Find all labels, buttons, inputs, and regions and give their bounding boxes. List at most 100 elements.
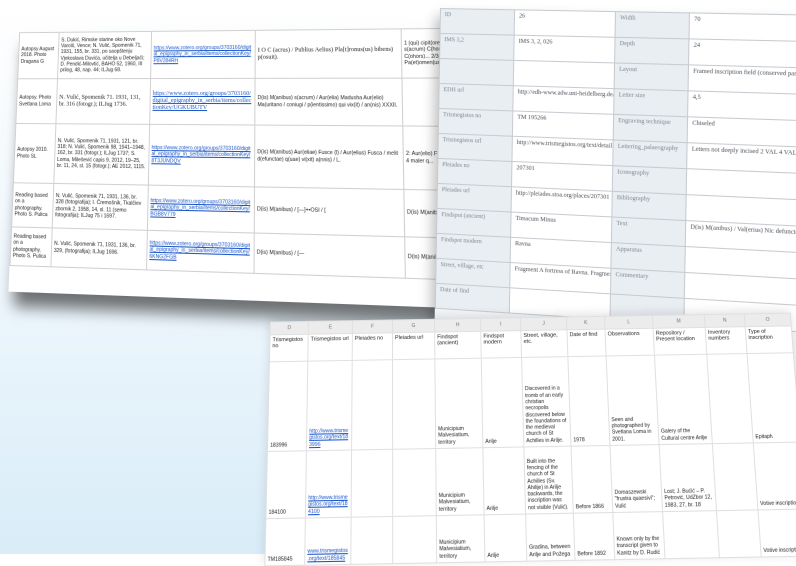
spreadsheet-bibliography: Autopsy August 2018. Photo Dragana G S. D… bbox=[8, 27, 505, 311]
field-label: Lettering_palaeography bbox=[612, 139, 688, 169]
field-label: Trismegistos url bbox=[437, 133, 513, 162]
table-row: Autopsy. Photo Svetlana Loma N. Vulić, Sp… bbox=[15, 77, 500, 127]
trismegistos-link[interactable]: http://www.trismegistos.org/text/183996 bbox=[306, 360, 353, 451]
field-label: ID bbox=[440, 8, 515, 36]
bibliography-cell: S. Dukić, Rimske starine oko Nove Varoši… bbox=[57, 31, 152, 79]
column-letter[interactable]: D bbox=[270, 321, 309, 335]
table-row: Autopsy 2010. Photo SL N. Vulić, Spomenik… bbox=[13, 123, 502, 192]
zotero-link[interactable]: https://www.zotero.org/groups/3703160/di… bbox=[148, 124, 255, 187]
field-label: EDH url bbox=[438, 83, 514, 111]
column-header: Findspot (ancient) bbox=[434, 331, 482, 359]
data-cell bbox=[350, 516, 393, 565]
zotero-link[interactable]: https://www.zotero.org/groups/3703160/di… bbox=[150, 30, 256, 79]
field-label: Trismegistos no bbox=[438, 108, 513, 137]
bibliography-cell: N. Vulić, Spomenik 71. 1931, 131, br. 31… bbox=[55, 78, 151, 125]
field-value[interactable]: Framed inscription field (conserved part… bbox=[688, 64, 796, 95]
data-cell bbox=[351, 449, 393, 518]
data-cell: Arilje bbox=[481, 357, 524, 448]
column-letter[interactable]: G bbox=[392, 319, 435, 333]
data-cell: Epitaph bbox=[747, 352, 796, 443]
field-value[interactable]: TM 195266 bbox=[512, 110, 614, 140]
spreadsheet-findspots: D E F G H I J K L M N O Trismegistos no Trismegistos … bbox=[264, 312, 796, 566]
data-cell: Municipium Malvesiatium, territory bbox=[435, 447, 485, 516]
column-header: Pleiades no bbox=[352, 332, 393, 361]
data-cell: Municipium Malvesiatium, territory bbox=[436, 514, 485, 563]
column-header: Inventory numbers bbox=[705, 326, 748, 355]
field-label bbox=[439, 58, 514, 86]
column-letter[interactable]: H bbox=[434, 318, 481, 333]
bibliography-cell: N. Vulić, Spomenik 71, 1931, 136, br. 32… bbox=[50, 227, 148, 270]
field-value[interactable]: 24 bbox=[688, 38, 796, 68]
bibliography-cell: N. Vulić, Spomenik 71, 1931, 136, br. 32… bbox=[52, 183, 149, 231]
data-cell: Domaszewski "frustra quaesivi"; Vulić bbox=[609, 444, 663, 513]
zotero-link[interactable]: https://www.zotero.org/groups/3703160/di… bbox=[146, 230, 255, 274]
column-letter[interactable]: J bbox=[520, 316, 567, 331]
zotero-link[interactable]: https://www.zotero.org/groups/3703160/di… bbox=[149, 78, 256, 126]
column-header: Observations bbox=[604, 328, 655, 356]
column-header: Street, village, etc. bbox=[520, 329, 568, 358]
data-cell bbox=[712, 442, 758, 511]
field-value[interactable] bbox=[513, 60, 615, 89]
field-value[interactable]: 4,5 bbox=[687, 90, 796, 121]
data-cell: Votive inscription bbox=[757, 509, 796, 557]
field-label: Findspot (ancient) bbox=[436, 208, 512, 238]
column-header: Type of inscription bbox=[745, 325, 794, 354]
field-label: Letter size bbox=[613, 88, 689, 117]
findspot-table: D E F G H I J K L M N O Trismegistos no Trismegistos … bbox=[264, 313, 796, 566]
text-cell: D(is) M(anibus) / [—]+•OSI / [ bbox=[254, 186, 405, 237]
column-letter[interactable]: I bbox=[480, 317, 521, 332]
data-cell bbox=[392, 358, 436, 450]
column-letter[interactable]: E bbox=[308, 320, 353, 335]
data-cell: Seen and photographed by Svetlana Loma i… bbox=[606, 355, 660, 446]
column-letter[interactable]: M bbox=[652, 314, 706, 329]
data-cell: Before 1866 bbox=[571, 445, 613, 514]
record-fields-table: ID 26 Width 70 IMS 3,2 IMS 3, 2, 026 Depth 24 La… bbox=[435, 8, 796, 332]
table-row: Autopsy August 2018. Photo Dragana G S. D… bbox=[17, 27, 499, 79]
data-cell: Arilje bbox=[484, 514, 527, 562]
field-value[interactable]: 70 bbox=[688, 12, 796, 42]
field-value[interactable]: 26 bbox=[514, 9, 616, 38]
text-cell: D(is) M(anibus) / [— bbox=[254, 233, 406, 279]
data-cell bbox=[706, 353, 754, 444]
data-cell: Municipium Malvesiatium, territory bbox=[434, 358, 483, 449]
zotero-link[interactable]: https://www.zotero.org/groups/3703160/di… bbox=[147, 185, 255, 234]
column-letter[interactable]: F bbox=[352, 319, 393, 334]
field-label: Iconography bbox=[612, 165, 687, 195]
column-letter[interactable]: N bbox=[704, 313, 746, 328]
data-cell: Votive inscription bbox=[753, 442, 796, 510]
data-cell bbox=[662, 510, 720, 559]
data-cell: Arilje bbox=[482, 446, 526, 515]
field-value[interactable]: http://edh-www.adw.uni-heidelberg.de/edh… bbox=[512, 85, 615, 115]
field-value[interactable]: IMS 3, 2, 026 bbox=[513, 35, 616, 63]
photo-source-cell: Autopsy. Photo Svetlana Loma bbox=[15, 78, 58, 124]
column-letter[interactable]: K bbox=[566, 316, 605, 330]
data-cell bbox=[716, 509, 762, 558]
data-cell: Before 1892 bbox=[573, 512, 615, 561]
field-label: Width bbox=[615, 11, 690, 39]
field-label: Engraving technique bbox=[613, 114, 688, 143]
field-value[interactable] bbox=[509, 287, 611, 320]
data-cell: Discovered in a tromb of an early christ… bbox=[521, 356, 572, 447]
data-cell: Galery of the Cultural centre Arilje bbox=[654, 354, 713, 445]
column-letter[interactable]: L bbox=[604, 315, 654, 330]
column-header: Repository / Present location bbox=[653, 327, 707, 356]
trismegistos-link[interactable]: www.trismegistos.org/text/185845 bbox=[304, 517, 352, 566]
photo-source-cell: Reading based on a photography. Photo S.… bbox=[9, 226, 53, 267]
data-cell bbox=[351, 359, 393, 451]
column-letter[interactable]: O bbox=[744, 313, 792, 327]
text-cell: D(is) M(anibus) Aur(eliae) Fusce (l) / A… bbox=[254, 125, 404, 190]
data-cell: 184100 bbox=[265, 450, 307, 519]
field-label: Depth bbox=[614, 37, 689, 65]
trismegistos-link[interactable]: http://www.trismegistos.org/text/184100 bbox=[305, 450, 352, 519]
photo-source-cell: Autopsy 2010. Photo SL bbox=[13, 123, 56, 184]
field-label: Date of find bbox=[435, 283, 510, 314]
column-header: Pleiades url bbox=[392, 332, 435, 360]
table-row: 184100 http://www.trismegistos.org/text/1… bbox=[265, 442, 796, 519]
field-label: Text bbox=[611, 216, 686, 247]
photo-source-cell: Autopsy August 2018. Photo Dragana G bbox=[17, 32, 60, 79]
text-cell: D(is) M(anibus) s(acrum) / Aur(elia) Mad… bbox=[254, 78, 403, 126]
data-cell: TM185845 bbox=[264, 518, 306, 566]
data-cell bbox=[392, 515, 437, 564]
data-cell bbox=[392, 448, 437, 517]
bibliography-cell: N. Vulić, Spomenik 71, 1931, 121, br. 31… bbox=[53, 123, 150, 186]
